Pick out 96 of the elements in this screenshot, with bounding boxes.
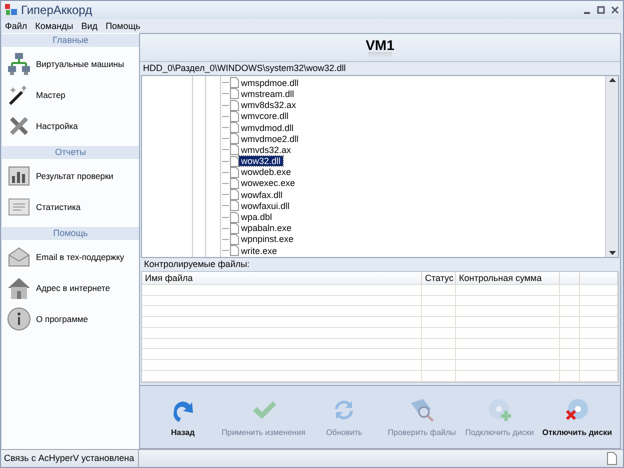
info-icon — [7, 306, 31, 330]
scrollbar[interactable] — [605, 76, 618, 257]
table-cell — [560, 296, 580, 306]
table-cell — [580, 306, 618, 318]
window-title: ГиперАккорд — [21, 3, 94, 17]
disc-plus-icon — [486, 396, 513, 423]
file-icon — [230, 144, 239, 156]
table-cell — [560, 306, 580, 318]
disc-remove-icon — [564, 396, 590, 423]
table-cell — [580, 360, 618, 372]
table-cell — [580, 349, 618, 360]
tree-item[interactable]: wowdeb.exe — [239, 167, 294, 178]
tree-item[interactable]: write.exe — [239, 246, 280, 256]
file-icon — [230, 122, 239, 134]
table-cell — [422, 371, 456, 382]
sidebar-section-header: Отчеты — [2, 146, 139, 159]
app-icon — [5, 4, 17, 16]
table-cell — [422, 296, 456, 306]
table-cell — [560, 284, 580, 296]
table-cell — [580, 284, 618, 296]
tree-item[interactable]: wpnpinst.exe — [239, 234, 296, 244]
file-icon — [230, 100, 239, 111]
file-icon — [230, 189, 239, 200]
network-icon — [7, 52, 31, 76]
sidebar-item[interactable]: Мастер — [36, 90, 66, 100]
table-cell — [580, 338, 618, 350]
tree-item[interactable]: wmv8ds32.ax — [239, 100, 298, 110]
column-header[interactable]: Контрольная сумма — [456, 272, 560, 285]
table-cell — [422, 349, 456, 360]
table-cell — [422, 284, 456, 296]
tree-item[interactable]: wmvdmoe2.dll — [239, 134, 301, 144]
table-cell — [422, 360, 456, 372]
file-icon — [230, 222, 239, 234]
tree-item[interactable]: wowfax.dll — [239, 190, 285, 200]
table-cell — [560, 338, 580, 350]
sidebar-item[interactable]: Email в тех-поддержку — [36, 252, 124, 262]
column-header[interactable]: Имя файла — [142, 272, 422, 285]
file-path: HDD_0\Раздел_0\WINDOWS\system32\wow32.dll — [142, 62, 347, 76]
sidebar-item[interactable]: Настройка — [36, 120, 78, 130]
sidebar-item[interactable]: Статистика — [36, 202, 81, 212]
page-icon — [607, 452, 617, 465]
tree-item[interactable]: wowexec.exe — [239, 178, 298, 188]
menu-item[interactable]: Помощь — [106, 21, 140, 31]
scroll-down-icon[interactable] — [608, 248, 616, 257]
table-cell — [560, 360, 580, 372]
table-cell — [560, 317, 580, 328]
menu-item[interactable]: Файл — [5, 21, 28, 31]
sidebar-item[interactable]: Адрес в интернете — [36, 282, 110, 292]
toolbar-button[interactable]: Отключить диски — [538, 394, 616, 439]
table-cell — [422, 338, 456, 350]
table-cell — [580, 296, 618, 306]
file-icon — [230, 110, 239, 122]
table-cell — [580, 328, 618, 339]
magnifier-book-icon — [408, 396, 435, 423]
table-cell — [422, 317, 456, 328]
tree-item[interactable]: wpabaln.exe — [239, 223, 294, 234]
file-icon — [230, 234, 239, 245]
tree-item[interactable]: wow32.dll — [239, 156, 283, 166]
tree-item[interactable]: wmstream.dll — [239, 88, 296, 99]
table-cell — [580, 371, 618, 382]
tree-item[interactable]: wpa.dbl — [239, 212, 274, 222]
close-icon[interactable] — [611, 6, 619, 14]
house-icon — [7, 276, 31, 300]
table-cell — [580, 317, 618, 328]
file-icon — [230, 88, 239, 100]
sidebar-item[interactable]: Результат проверки — [36, 170, 114, 180]
table-cell — [560, 349, 580, 360]
status-text: Связь с AcHyperV установлена — [1, 450, 139, 467]
envelope-icon — [7, 244, 31, 268]
file-icon — [230, 200, 239, 212]
table-cell — [560, 371, 580, 382]
tree-item[interactable]: wmspdmoe.dll — [239, 78, 301, 88]
menu-item[interactable]: Вид — [81, 21, 98, 31]
table-cell — [560, 328, 580, 339]
toolbar-button[interactable]: Назад — [144, 394, 222, 439]
tree-item[interactable]: wmvcore.dll — [239, 111, 291, 122]
menu-item[interactable]: Команды — [35, 21, 74, 31]
tree-item[interactable]: wowfaxui.dll — [239, 200, 292, 211]
table-cell — [422, 306, 456, 318]
sidebar-section-header: Помощь — [2, 227, 139, 240]
maximize-icon[interactable] — [597, 6, 605, 14]
vm-title: VM1 — [366, 38, 394, 52]
sidebar-section-header: Главные — [2, 34, 139, 47]
tree-item[interactable]: wmvdmod.dll — [239, 122, 296, 133]
sidebar-item[interactable]: Виртуальные машины — [36, 58, 124, 68]
file-icon — [230, 178, 239, 189]
file-icon — [230, 212, 239, 223]
report-icon — [7, 164, 31, 188]
file-icon — [230, 133, 239, 144]
sidebar-item[interactable]: О программе — [36, 314, 88, 324]
table-cell — [422, 328, 456, 339]
section-label: Контролируемые файлы: — [143, 258, 251, 271]
scroll-up-icon[interactable] — [608, 76, 616, 84]
tree-item[interactable]: wmvds32.ax — [239, 144, 294, 155]
column-header[interactable]: Статус — [422, 272, 456, 285]
file-icon — [230, 166, 239, 178]
